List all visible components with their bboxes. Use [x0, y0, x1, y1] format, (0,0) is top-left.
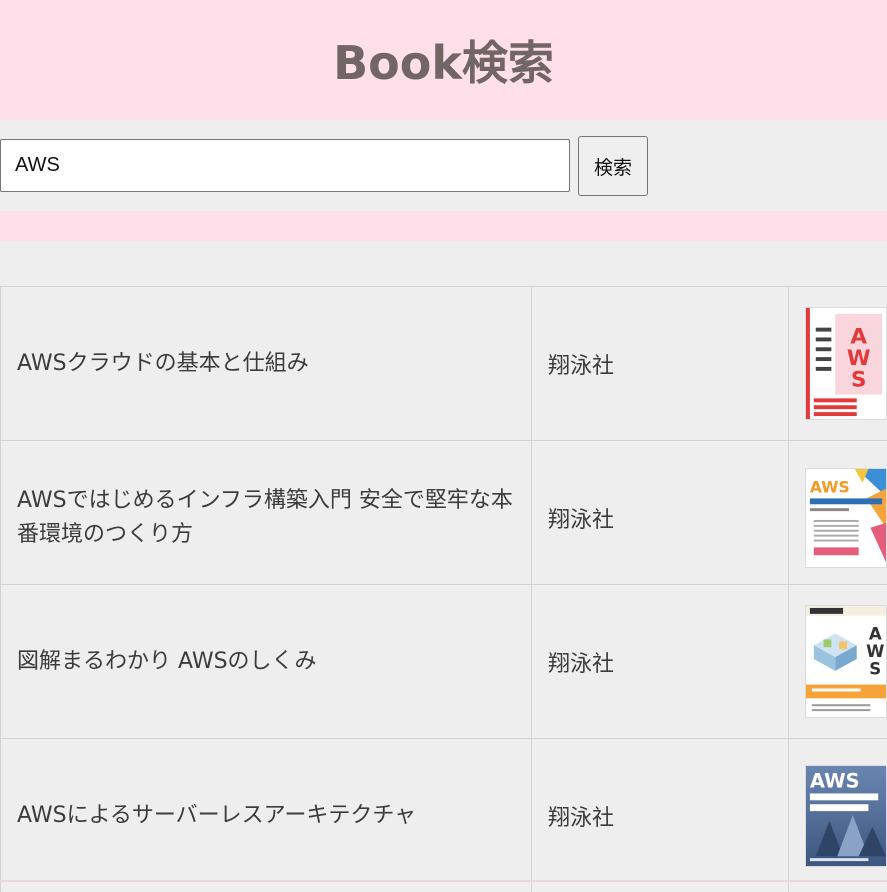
book-cover-aws-cloud-basics-icon: A W S: [805, 307, 887, 420]
table-row: AWSではじめるインフラ構築入門 安全で堅牢な本番環境のつくり方 翔泳社 AWS: [0, 440, 887, 594]
cover-cell: A W S: [789, 287, 887, 440]
publisher-cell: 翔泳社: [532, 441, 789, 594]
publisher-cell: 翔泳社: [532, 585, 789, 738]
results-table: AWSクラウドの基本と仕組み 翔泳社 A W S AWSではじめるインフラ構築入…: [0, 286, 887, 892]
book-title: AWSではじめるインフラ構築入門 安全で堅牢な本番環境のつくり方: [17, 487, 513, 547]
book-publisher: 翔泳社: [548, 353, 615, 379]
cover-cell: AWS: [789, 441, 887, 594]
book-cover-aws-zukai-icon: A W S: [805, 605, 887, 718]
book-cover-aws-infra-intro-icon: AWS: [805, 467, 887, 568]
page-header: Book検索: [0, 0, 887, 120]
page-title: Book検索: [333, 36, 554, 90]
search-bar: 検索: [0, 120, 887, 211]
book-title: AWSクラウドの基本と仕組み: [17, 350, 309, 376]
book-title: AWSによるサーバーレスアーキテクチャ: [17, 802, 417, 828]
book-publisher: 翔泳社: [548, 651, 615, 677]
book-title-cell: AWSによるサーバーレスアーキテクチャ: [0, 739, 532, 892]
cover-cell: AWS: [789, 739, 887, 892]
table-row: 図解まるわかり AWSのしくみ 翔泳社 A W S: [0, 584, 887, 738]
svg-text:W: W: [866, 642, 884, 661]
book-publisher: 翔泳社: [548, 805, 615, 831]
search-button[interactable]: 検索: [578, 136, 648, 196]
book-cover-aws-serverless-icon: AWS: [805, 764, 887, 867]
svg-text:S: S: [869, 660, 881, 679]
book-title: 図解まるわかり AWSのしくみ: [17, 648, 317, 674]
search-input[interactable]: [0, 139, 570, 192]
table-row: AWSクラウドの基本と仕組み 翔泳社 A W S: [0, 286, 887, 440]
publisher-cell: 翔泳社: [532, 739, 789, 892]
divider-strip: [0, 211, 887, 241]
bottom-divider: [0, 880, 887, 882]
publisher-cell: 翔泳社: [532, 287, 789, 440]
svg-text:S: S: [851, 368, 866, 393]
book-title-cell: AWSではじめるインフラ構築入門 安全で堅牢な本番環境のつくり方: [0, 441, 532, 594]
book-title-cell: 図解まるわかり AWSのしくみ: [0, 585, 532, 738]
svg-text:AWS: AWS: [810, 769, 860, 792]
svg-text:A: A: [869, 624, 882, 643]
cover-cell: A W S: [789, 585, 887, 738]
book-title-cell: AWSクラウドの基本と仕組み: [0, 287, 532, 440]
svg-text:AWS: AWS: [810, 477, 850, 496]
book-publisher: 翔泳社: [548, 507, 615, 533]
table-row: AWSによるサーバーレスアーキテクチャ 翔泳社 AWS: [0, 738, 887, 892]
